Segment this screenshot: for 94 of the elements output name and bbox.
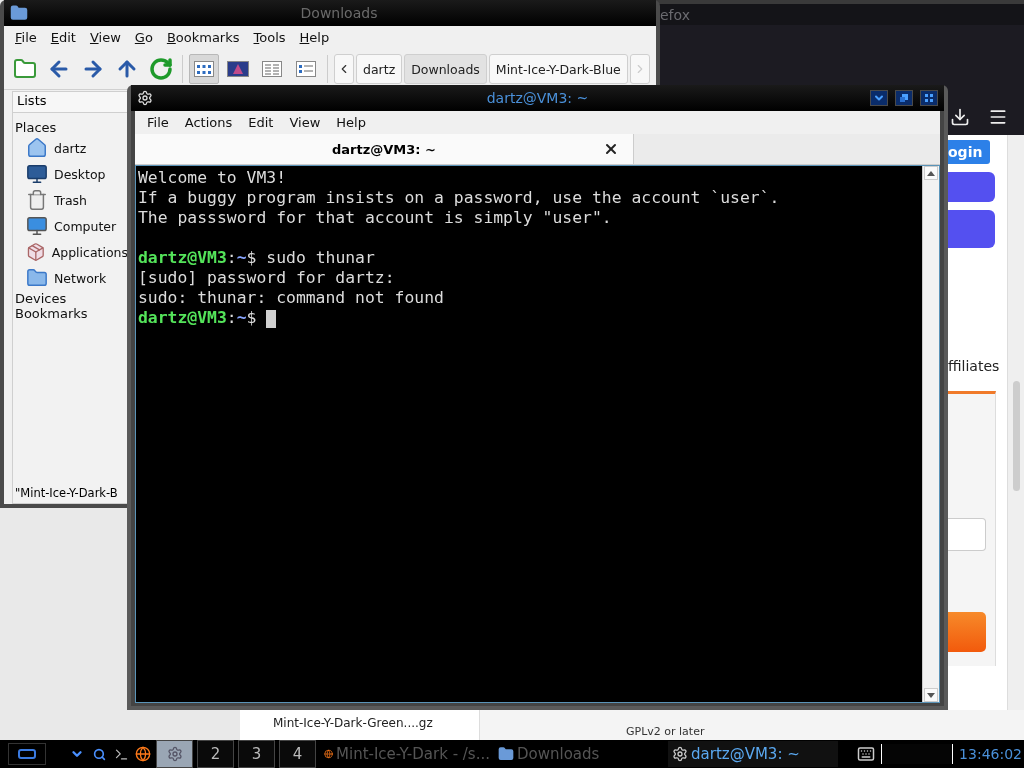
thumbnail-view-icon [227,61,249,77]
sidebar-item-label: dartz [54,140,87,156]
section-label[interactable]: Places [13,113,128,135]
detail-view-icon [262,61,282,77]
path-button[interactable]: Mint-Ice-Y-Dark-Blue [488,54,628,84]
sidebar-item[interactable]: Trash [13,187,128,213]
path-button[interactable]: Downloads [404,54,487,84]
license-text: GPLv2 or later [626,725,705,738]
compact-view-icon [296,61,316,77]
new-folder-icon [13,57,37,81]
icon-view-icon [194,61,214,77]
computer-icon [26,215,48,237]
applications-icon [26,241,46,263]
section-label[interactable]: Bookmarks [13,306,128,321]
task-button[interactable]: dartz@VM3: ~ [668,741,838,767]
terminal-icon [113,746,129,762]
globe-icon [135,746,151,762]
menu-item[interactable]: Actions [178,113,239,132]
workspace-button[interactable] [156,740,193,768]
desktop-icon [26,163,48,185]
terminal-tab[interactable]: dartz@VM3: ~ [135,134,634,164]
path-button[interactable]: dartz [356,54,403,84]
up-arrow-icon[interactable] [927,170,935,176]
grid-icon [924,93,934,103]
keyboard-icon[interactable] [857,745,876,763]
sidebar-item[interactable]: Desktop [13,161,128,187]
folder-icon [10,4,28,22]
menu-item[interactable]: Edit [43,28,83,47]
sidebar-item-label: Network [54,270,107,286]
menu-item[interactable]: File [141,113,175,132]
menu-item[interactable]: Edit [242,113,280,132]
menu-item[interactable]: View [82,28,128,47]
folder-icon [498,746,514,762]
sidebar-item[interactable]: dartz [13,135,128,161]
file-name[interactable]: Mint-Ice-Y-Dark-Green....gz [273,716,433,730]
workspace-button[interactable]: 4 [279,740,316,768]
down-arrow-icon[interactable] [927,692,935,698]
menu-item[interactable]: Tools [246,28,293,47]
home-folder-icon [26,137,48,159]
window-title: dartz@VM3: ~ [486,90,589,106]
sidebar-item-label: Desktop [54,166,106,182]
search-icon [92,747,106,761]
menu-icon[interactable] [988,107,1008,127]
affiliates-text: ffiliates [948,358,1001,374]
tray-icons[interactable] [881,744,954,764]
menu-item[interactable]: Help [292,28,337,47]
rounded-rectangle-icon [18,749,36,759]
menu-item[interactable]: Bookmarks [159,28,247,47]
minimize-button[interactable] [870,90,888,106]
view-mode-button[interactable] [189,54,219,84]
scrollbar[interactable] [922,166,939,702]
menu-item[interactable]: Go [127,28,160,47]
sidebar-item-label: Trash [54,192,88,208]
terminal-line: If a buggy program insists on a password, use the account `user`. [138,188,780,208]
terminal-line: The passsword for that account is simply "user". [138,208,612,228]
scrollbar[interactable] [1008,135,1024,710]
terminal-area[interactable] [135,165,940,703]
workspace-button[interactable]: 3 [238,740,275,768]
browser-launcher[interactable] [134,744,152,764]
folder-icon [26,267,48,289]
menu-item[interactable]: View [283,113,327,132]
clock[interactable]: 13:46:02 [959,746,1022,762]
sidebar-item[interactable]: Applications [13,239,128,265]
terminal-line: dartz@VM3:~$ [138,308,277,328]
sidebar-item[interactable]: Network [13,265,128,291]
workspace-button[interactable]: 2 [197,740,234,768]
close-icon[interactable] [603,141,619,157]
section-label[interactable]: Devices [13,291,128,306]
sidebar-item-label: Computer [54,218,117,234]
window-title: efox [660,6,690,23]
sidebar-item[interactable]: Computer [13,213,128,239]
gear-icon [166,746,183,762]
path-back-button[interactable] [334,54,354,84]
gear-icon[interactable] [137,90,153,106]
start-button[interactable] [8,743,46,765]
terminal-line: [sudo] password for dartz: [138,268,395,288]
login-button[interactable]: ogin [948,140,990,164]
status-text: "Mint-Ice-Y-Dark-B [14,485,119,502]
trash-icon [26,189,48,211]
terminal-line: dartz@VM3:~$ sudo thunar [138,248,375,268]
lists-header[interactable]: Lists [13,92,128,113]
menu-item[interactable]: Help [330,113,372,132]
sidebar-item-label: Applications [51,244,128,260]
gear-icon [672,746,688,762]
menu-item[interactable]: File [8,28,44,47]
close-button[interactable] [920,90,938,106]
input-field[interactable] [948,518,986,551]
download-icon[interactable] [950,107,970,127]
maximize-button[interactable] [895,90,913,106]
window-title: Downloads [299,5,379,21]
terminal-line: Welcome to VM3! [138,168,287,188]
maximize-icon [899,93,909,103]
reload-icon [149,57,173,81]
terminal-line: sudo: thunar: command not found [138,288,444,308]
